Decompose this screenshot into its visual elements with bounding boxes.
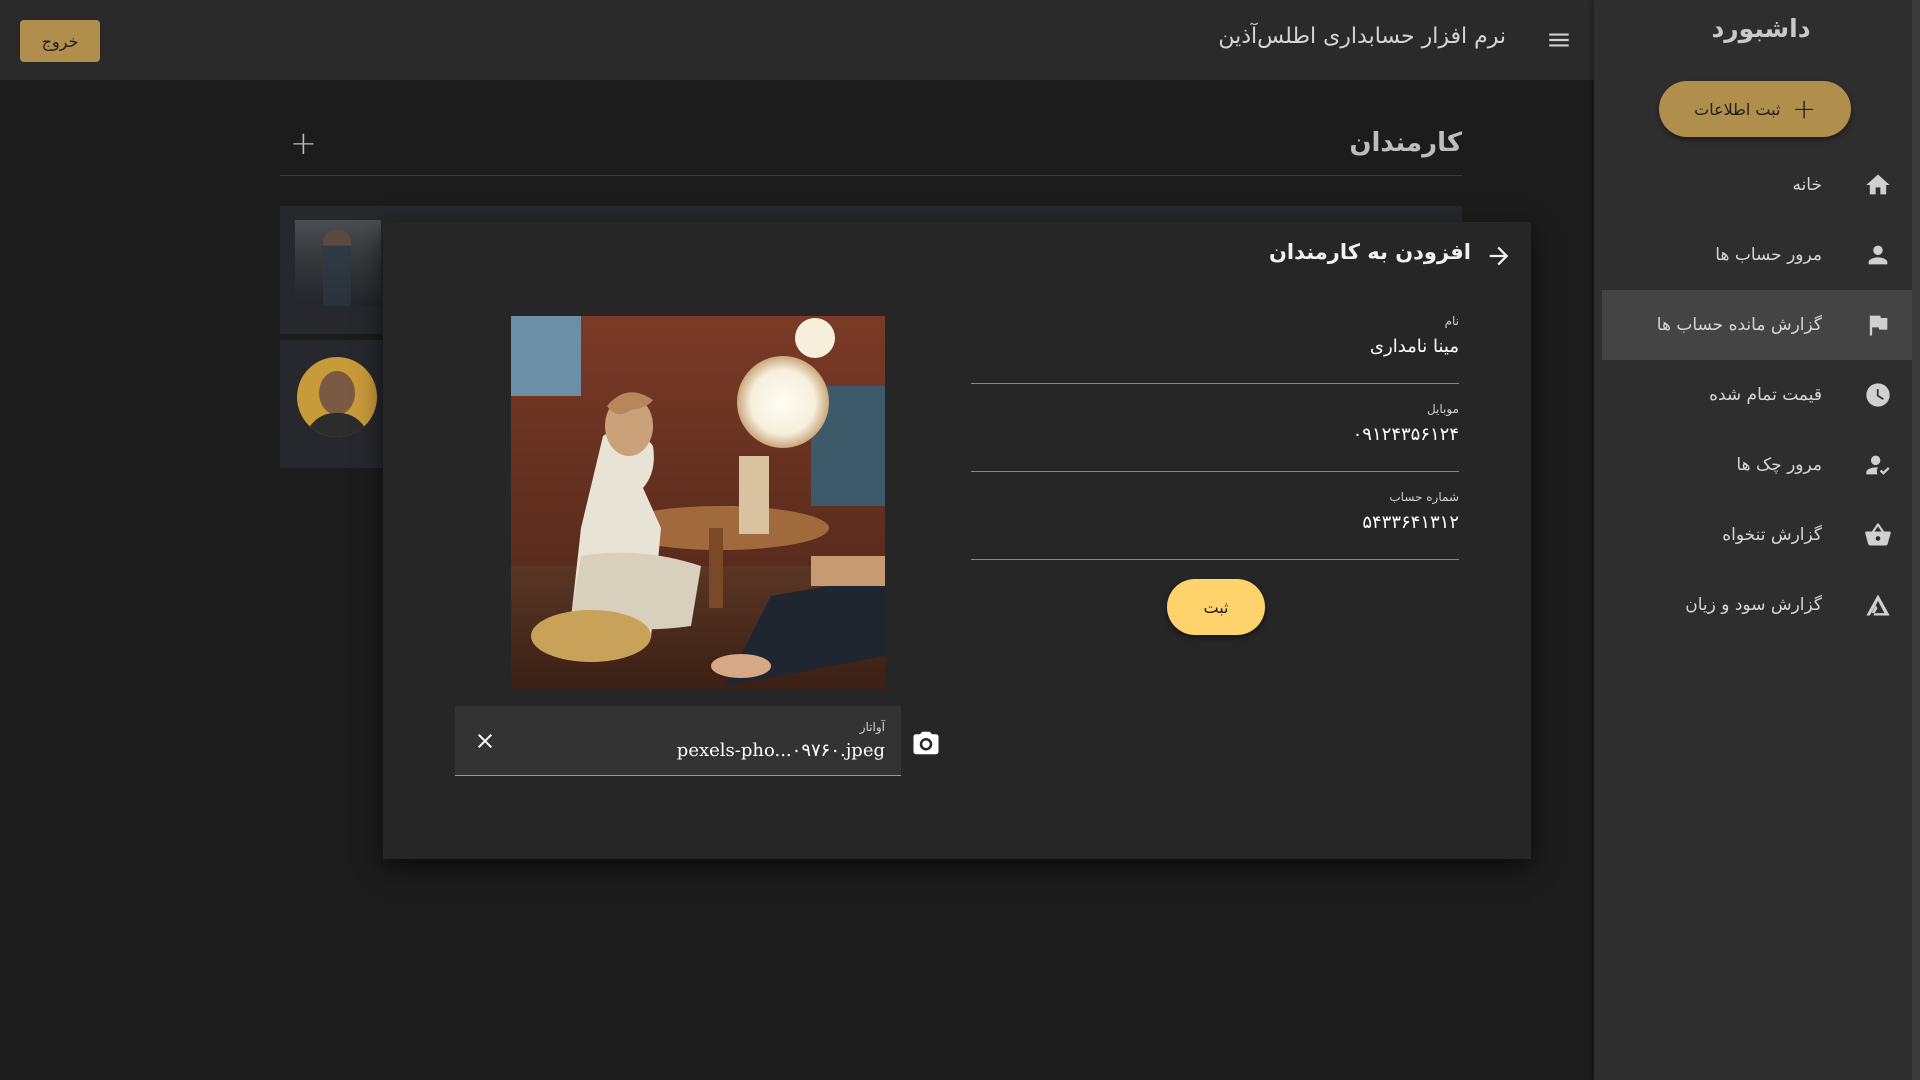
app-title: نرم افزار حسابداری اطلس‌آذین [1218,24,1506,49]
name-field-label: نام [1444,314,1459,328]
avatar-file-field[interactable]: آواتار pexels-pho...۰۹۷۶۰.jpeg [455,706,901,776]
avatar-field-label: آواتار [859,720,885,734]
account-number-field-value[interactable]: ۵۴۳۳۶۴۱۳۱۲ [1362,512,1459,533]
logout-button[interactable]: خروج [20,20,100,62]
basket-icon [1864,521,1892,549]
dialog-title: افزودن به کارمندان [1268,240,1471,264]
plus-icon: + [1792,92,1816,125]
sidebar-item-label: مرور چک ها [1736,455,1822,475]
sidebar-item-petty-cash[interactable]: گزارش تنخواه [1602,500,1920,570]
submit-button[interactable]: ثبت [1167,579,1265,635]
sidebar-item-label: قیمت تمام شده [1709,385,1822,405]
clock-icon [1864,381,1892,409]
mobile-field[interactable]: موبایل ۰۹۱۲۴۳۵۶۱۲۴ [971,402,1459,472]
sidebar-item-accounts[interactable]: مرور حساب ها [1602,220,1920,290]
sidebar-item-cost-price[interactable]: قیمت تمام شده [1602,360,1920,430]
register-data-button[interactable]: + ثبت اطلاعات [1659,81,1851,137]
name-field-value[interactable]: مینا نامداری [1370,336,1459,357]
flag-icon [1864,311,1892,339]
sidebar-nav: خانه مرور حساب ها گزارش مانده حساب ها قی… [1602,150,1920,640]
mobile-field-label: موبایل [1426,402,1459,416]
camera-icon[interactable] [911,728,941,758]
sidebar-item-label: مرور حساب ها [1715,245,1822,265]
triangle-icon [1864,591,1892,619]
sidebar-item-cheques[interactable]: مرور چک ها [1602,430,1920,500]
person-check-icon [1864,451,1892,479]
home-icon [1864,171,1892,199]
page-title: کارمندان [1349,128,1462,158]
register-data-label: ثبت اطلاعات [1694,99,1781,119]
sidebar-item-home[interactable]: خانه [1602,150,1920,220]
close-icon[interactable] [473,729,497,753]
sidebar-title: داشبورد [1711,14,1811,43]
sidebar-item-label: گزارش مانده حساب ها [1656,315,1822,335]
person-icon [1864,241,1892,269]
sidebar-scrollbar[interactable] [1912,0,1920,1080]
employee-avatar [297,357,377,437]
sidebar-item-label: گزارش سود و زیان [1685,595,1822,615]
page-heading: کارمندان + [280,124,1462,176]
name-field[interactable]: نام مینا نامداری [971,314,1459,384]
add-employee-dialog: افزودن به کارمندان نام مینا نامداری موبا… [383,222,1531,859]
sidebar-item-label: گزارش تنخواه [1722,525,1822,545]
sidebar: داشبورد + ثبت اطلاعات خانه مرور حساب ها … [1594,0,1920,1080]
top-bar: خروج نرم افزار حسابداری اطلس‌آذین [0,0,1594,80]
sidebar-item-profit-loss[interactable]: گزارش سود و زیان [1602,570,1920,640]
account-number-field-label: شماره حساب [1389,490,1459,504]
sidebar-item-balance-report[interactable]: گزارش مانده حساب ها [1602,290,1920,360]
employee-photo [295,220,381,306]
avatar-file-name: pexels-pho...۰۹۷۶۰.jpeg [676,740,885,761]
sidebar-item-label: خانه [1792,175,1822,195]
mobile-field-value[interactable]: ۰۹۱۲۴۳۵۶۱۲۴ [1353,424,1459,445]
add-employee-button[interactable]: + [290,124,317,162]
menu-icon[interactable] [1546,27,1572,53]
avatar-preview-image [511,316,885,690]
arrow-back-icon[interactable] [1485,242,1513,270]
account-number-field[interactable]: شماره حساب ۵۴۳۳۶۴۱۳۱۲ [971,490,1459,560]
